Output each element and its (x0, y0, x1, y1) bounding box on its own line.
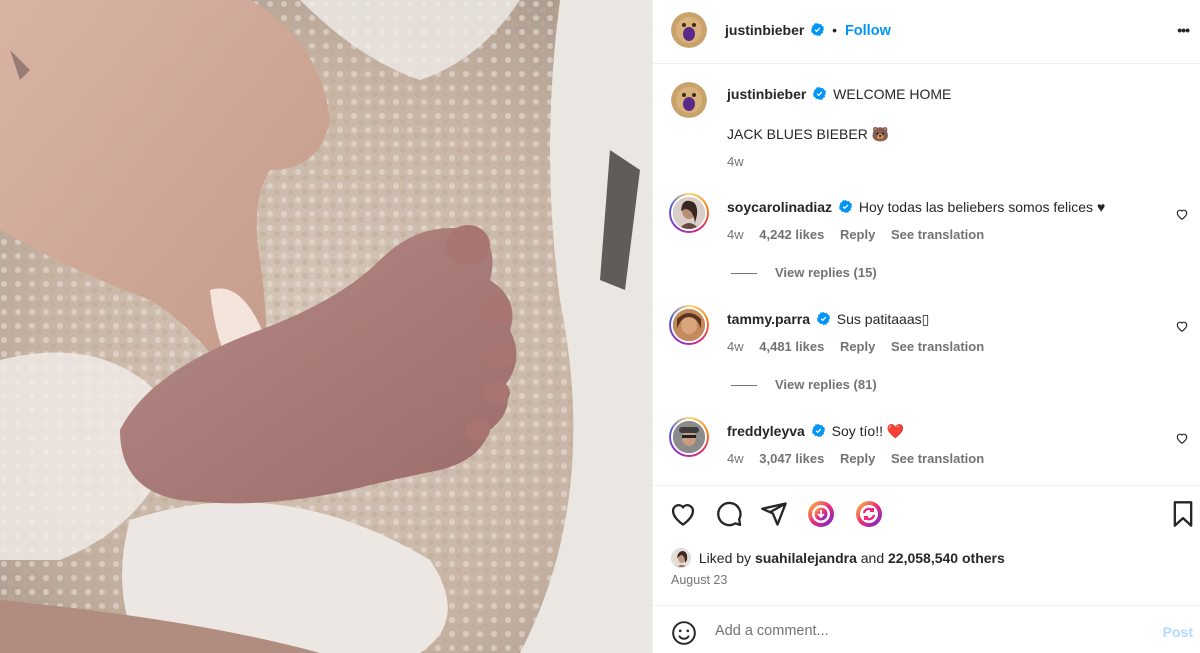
avatar-image (673, 197, 705, 229)
caption-line-2: JACK BLUES BIEBER 🐻 (727, 126, 890, 142)
author-avatar[interactable] (671, 12, 707, 48)
post-photo[interactable] (0, 0, 652, 653)
verified-badge-icon (813, 87, 827, 100)
view-replies-label: View replies (81) (775, 377, 877, 392)
post-date[interactable]: August 23 (671, 573, 727, 587)
reel-share-icon[interactable] (807, 500, 835, 528)
commenter-avatar[interactable] (669, 193, 709, 233)
verified-badge-icon (811, 424, 825, 437)
avatar-image (671, 12, 707, 48)
caption-username[interactable]: justinbieber (727, 86, 806, 102)
see-translation-button[interactable]: See translation (891, 227, 984, 242)
reply-button[interactable]: Reply (840, 227, 875, 242)
commenter-avatar[interactable] (669, 305, 709, 345)
comment-icon[interactable] (715, 500, 743, 528)
avatar-image (671, 82, 707, 118)
likes-others-link[interactable]: 22,058,540 others (888, 550, 1005, 566)
comment-item: tammy.parra Sus patitaaas▯ 4w 4,481 like… (669, 305, 1191, 387)
bookmark-icon[interactable] (1169, 500, 1197, 528)
comment-body: Hoy todas las beliebers somos felices ♥ (858, 199, 1106, 215)
avatar-image (673, 421, 705, 453)
caption: justinbieber WELCOME HOME JACK BLUES BIE… (671, 82, 1191, 172)
verified-badge-icon (811, 23, 825, 36)
post-comment-button[interactable]: Post (1163, 624, 1193, 640)
liked-user-avatar[interactable] (671, 548, 691, 568)
replies-line (731, 385, 757, 387)
comment-like-icon[interactable] (1175, 207, 1189, 221)
comment-username[interactable]: soycarolinadiaz (727, 199, 832, 215)
comment-body: Sus patitaaas▯ (836, 311, 930, 327)
comment-text: soycarolinadiaz Hoy todas las beliebers … (727, 199, 1105, 215)
comment-meta: 4w 4,481 likes Reply See translation (727, 339, 996, 354)
follow-button[interactable]: Follow (845, 23, 891, 39)
view-replies-label: View replies (15) (775, 265, 877, 280)
reply-button[interactable]: Reply (840, 339, 875, 354)
verified-badge-icon (816, 312, 830, 325)
header-info: justinbieber • Follow (725, 22, 891, 39)
view-replies-button[interactable]: View replies (15) (731, 265, 877, 280)
add-comment-bar: Post (653, 605, 1200, 653)
post-detail-panel: justinbieber • Follow ••• justinbieber W… (652, 0, 1200, 653)
emoji-icon[interactable] (671, 620, 697, 646)
comment-likes[interactable]: 4,242 likes (759, 227, 824, 242)
comment-text: tammy.parra Sus patitaaas▯ (727, 311, 929, 328)
see-translation-button[interactable]: See translation (891, 339, 984, 354)
caption-time[interactable]: 4w (727, 154, 744, 169)
comment-likes[interactable]: 3,047 likes (759, 451, 824, 466)
comment-time[interactable]: 4w (727, 451, 744, 466)
liked-user-link[interactable]: suahilalejandra (755, 550, 857, 566)
comment-meta: 4w 4,242 likes Reply See translation (727, 227, 996, 242)
comment-like-icon[interactable] (1175, 431, 1189, 445)
caption-avatar[interactable] (671, 82, 707, 118)
post-actions: Liked by suahilalejandra and 22,058,540 … (653, 485, 1200, 605)
comment-likes[interactable]: 4,481 likes (759, 339, 824, 354)
comment-time[interactable]: 4w (727, 339, 744, 354)
replies-line (731, 273, 757, 275)
more-options-icon[interactable]: ••• (1177, 22, 1190, 38)
comment-meta: 4w 3,047 likes Reply See translation (727, 451, 996, 466)
send-icon[interactable] (760, 500, 788, 528)
comment-time[interactable]: 4w (727, 227, 744, 242)
caption-line-1: WELCOME HOME (833, 86, 952, 102)
baby-foot-photo (0, 0, 652, 653)
verified-badge-icon (838, 200, 852, 213)
comment-body: Soy tío!! ❤️ (831, 423, 905, 439)
liked-by-prefix: Liked by (698, 550, 752, 566)
comment-input[interactable] (715, 620, 1135, 642)
comment-text: freddyleyva Soy tío!! ❤️ (727, 423, 904, 440)
remix-icon[interactable] (855, 500, 883, 528)
comment-like-icon[interactable] (1175, 319, 1189, 333)
likes-summary: Liked by suahilalejandra and 22,058,540 … (671, 548, 1005, 568)
liked-by-connector: and (860, 550, 885, 566)
see-translation-button[interactable]: See translation (891, 451, 984, 466)
avatar-image (673, 309, 705, 341)
comment-username[interactable]: tammy.parra (727, 311, 810, 327)
heart-icon[interactable] (669, 500, 697, 528)
comments-list[interactable]: justinbieber WELCOME HOME JACK BLUES BIE… (653, 65, 1200, 485)
comment-item: freddyleyva Soy tío!! ❤️ 4w 3,047 likes … (669, 417, 1191, 485)
view-replies-button[interactable]: View replies (81) (731, 377, 877, 392)
author-username[interactable]: justinbieber (725, 22, 804, 38)
comment-item: soycarolinadiaz Hoy todas las beliebers … (669, 193, 1191, 275)
commenter-avatar[interactable] (669, 417, 709, 457)
post-header: justinbieber • Follow ••• (653, 0, 1200, 64)
avatar-image (672, 549, 690, 567)
reply-button[interactable]: Reply (840, 451, 875, 466)
caption-text: justinbieber WELCOME HOME (727, 86, 951, 102)
comment-username[interactable]: freddyleyva (727, 423, 805, 439)
separator-dot: • (832, 22, 838, 38)
